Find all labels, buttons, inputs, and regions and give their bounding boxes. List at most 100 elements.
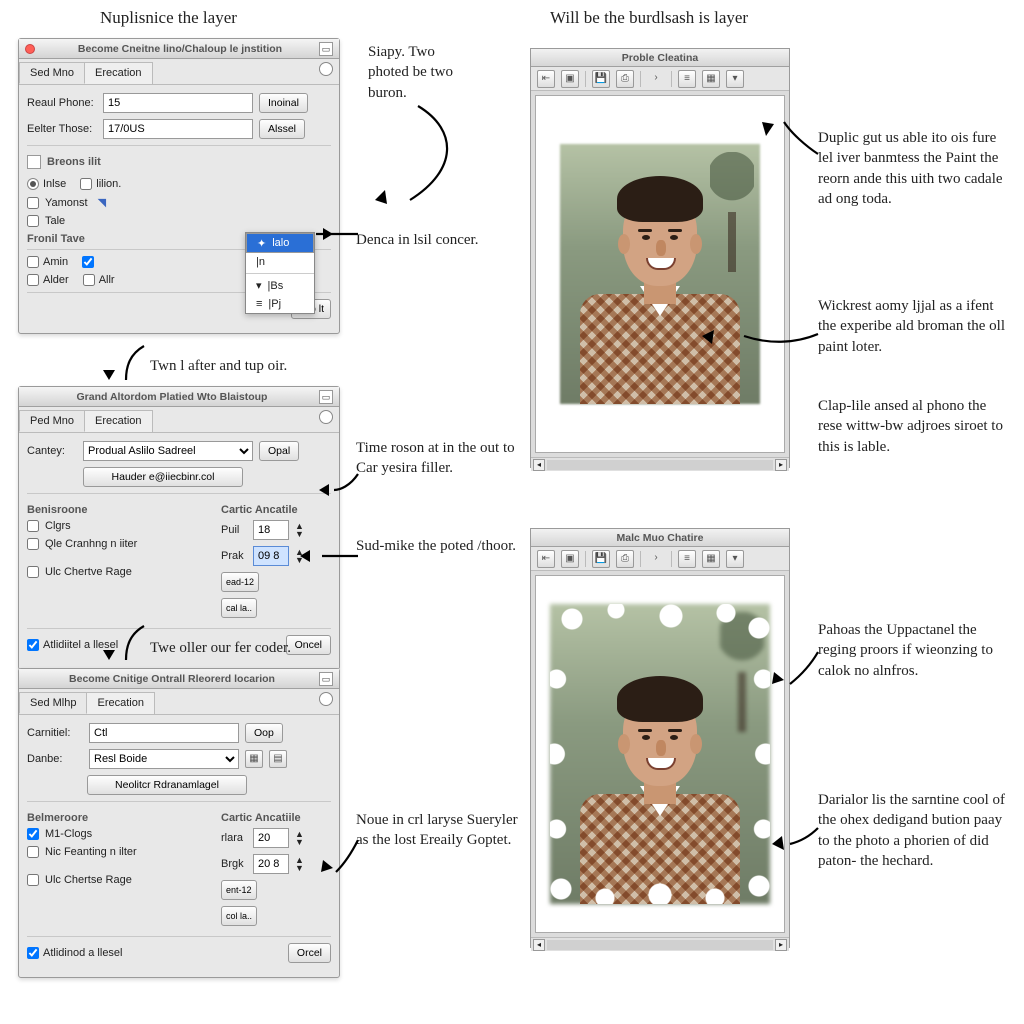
chk-footer-3[interactable]	[27, 947, 39, 959]
dialog-3-title: Become Cnitige Ontrall Rleorerd locarion	[25, 673, 319, 685]
save-icon[interactable]: 💾	[592, 550, 610, 568]
settings-icon[interactable]: ▾	[726, 70, 744, 88]
canvas-1[interactable]	[535, 95, 785, 453]
minimize-icon[interactable]: ▭	[319, 390, 333, 404]
tab-erecation-2[interactable]: Erecation	[84, 410, 152, 432]
print-icon[interactable]: ⎙	[616, 70, 634, 88]
back-icon[interactable]: ⇤	[537, 550, 555, 568]
scrollbar-h[interactable]: ◂▸	[531, 937, 789, 951]
chk-nic[interactable]	[27, 846, 39, 858]
chk-amin[interactable]	[27, 256, 39, 268]
tab-sedmlhp[interactable]: Sed Mlhp	[19, 692, 87, 714]
spinner-prak[interactable]	[253, 546, 289, 566]
tab-options-icon[interactable]	[313, 59, 339, 84]
chk-footer-2[interactable]	[27, 639, 39, 651]
imgwin-1-title[interactable]: Proble Cleatina	[531, 49, 789, 67]
chevron-right-icon[interactable]: ›	[647, 550, 665, 568]
radio-inlse[interactable]	[27, 178, 39, 190]
btn-ead[interactable]: ead-12	[221, 572, 259, 592]
btn-neolitcr[interactable]: Neolitcr Rdranamlagel	[87, 775, 247, 795]
print-icon[interactable]: ⎙	[616, 550, 634, 568]
label-clgrs: Clgrs	[45, 520, 71, 532]
swatch-icon	[27, 155, 41, 169]
dd-item-3[interactable]: ▾|Bs	[246, 276, 314, 295]
btn-alssel[interactable]: Alssel	[259, 119, 305, 139]
spinner-brgk[interactable]	[253, 854, 289, 874]
stepper-down-icon[interactable]: ▼	[295, 864, 304, 872]
dropdown-menu[interactable]: ✦lalo |n ▾|Bs ≡|Pj	[245, 232, 315, 314]
dialog-2-title: Grand Altordom Platied Wto Blaistoup	[25, 391, 319, 403]
save-icon[interactable]: 💾	[592, 70, 610, 88]
chk-lilion[interactable]	[80, 178, 92, 190]
scroll-right-icon[interactable]: ▸	[775, 459, 787, 471]
chk-alder[interactable]	[27, 274, 39, 286]
minimize-icon[interactable]: ▭	[319, 672, 333, 686]
link-icon[interactable]: ◥	[98, 196, 106, 209]
group-cartic: Cartic Ancatile	[221, 504, 331, 516]
chk-m1clogs[interactable]	[27, 828, 39, 840]
stepper-down-icon[interactable]: ▼	[295, 530, 304, 538]
btn-hauder[interactable]: Hauder e@iiecbinr.col	[83, 467, 243, 487]
chk-clgrs[interactable]	[27, 520, 39, 532]
settings-icon[interactable]: ▾	[726, 550, 744, 568]
scroll-right-icon[interactable]: ▸	[775, 939, 787, 951]
input-carnitiel[interactable]	[89, 723, 239, 743]
back-icon[interactable]: ⇤	[537, 70, 555, 88]
btn-ent[interactable]: ent-12	[221, 880, 257, 900]
canvas-2[interactable]	[535, 575, 785, 933]
chk-tale[interactable]	[27, 215, 39, 227]
minimize-icon[interactable]: ▭	[319, 42, 333, 56]
btn-opal[interactable]: Opal	[259, 441, 299, 461]
select-cantey[interactable]: Produal Aslilo Sadreel	[83, 441, 253, 461]
menu-icon[interactable]: ≡	[678, 550, 696, 568]
chk-ulc[interactable]	[27, 566, 39, 578]
grid-icon[interactable]: ▤	[269, 750, 287, 768]
dd-item-1[interactable]: ✦lalo	[246, 233, 314, 253]
layers-icon[interactable]: ▦	[702, 70, 720, 88]
spinner-rlara[interactable]	[253, 828, 289, 848]
chk-amin-2[interactable]	[82, 256, 94, 268]
label-amin: Amin	[43, 256, 68, 268]
btn-calla[interactable]: cal la..	[221, 598, 257, 618]
tab-erecation[interactable]: Erecation	[84, 62, 152, 84]
menu-icon[interactable]: ≡	[678, 70, 696, 88]
tab-options-icon[interactable]	[313, 407, 339, 432]
layers-icon[interactable]: ▦	[702, 550, 720, 568]
input-eelter-those[interactable]	[103, 119, 253, 139]
scroll-left-icon[interactable]: ◂	[533, 939, 545, 951]
photo-portrait-edged	[550, 604, 770, 904]
spinner-puil[interactable]	[253, 520, 289, 540]
dd-item-2[interactable]: |n	[246, 253, 314, 271]
btn-inoinal[interactable]: Inoinal	[259, 93, 308, 113]
dialog-3-titlebar[interactable]: Become Cnitige Ontrall Rleorerd locarion…	[19, 669, 339, 689]
close-icon[interactable]	[25, 44, 35, 54]
tab-erecation-3[interactable]: Erecation	[86, 692, 154, 714]
tab-options-icon[interactable]	[313, 689, 339, 714]
tab-pedmno[interactable]: Ped Mno	[19, 410, 85, 432]
tab-sedmno[interactable]: Sed Mno	[19, 62, 85, 84]
chk-ulc-3[interactable]	[27, 874, 39, 886]
chevron-right-icon[interactable]: ›	[647, 70, 665, 88]
dialog-2-titlebar[interactable]: Grand Altordom Platied Wto Blaistoup ▭	[19, 387, 339, 407]
label-reaul-phone: Reaul Phone:	[27, 97, 97, 109]
palette-icon[interactable]: ▦	[245, 750, 263, 768]
doc-icon[interactable]: ▣	[561, 70, 579, 88]
chk-allr[interactable]	[83, 274, 95, 286]
doc-icon[interactable]: ▣	[561, 550, 579, 568]
btn-oop[interactable]: Oop	[245, 723, 283, 743]
chk-qle[interactable]	[27, 538, 39, 550]
btn-orcel[interactable]: Orcel	[288, 943, 331, 963]
stepper-down-icon[interactable]: ▼	[295, 556, 304, 564]
imgwin-2-title[interactable]: Malc Muo Chatire	[531, 529, 789, 547]
btn-colla[interactable]: col la..	[221, 906, 257, 926]
dialog-1-titlebar[interactable]: Become Cneitne lino/Chaloup le jnstition…	[19, 39, 339, 59]
arrow-icon	[786, 648, 822, 688]
input-reaul-phone[interactable]	[103, 93, 253, 113]
select-danbe[interactable]: Resl Boide	[89, 749, 239, 769]
dd-item-4[interactable]: ≡|Pj	[246, 295, 314, 313]
scrollbar-h[interactable]: ◂▸	[531, 457, 789, 471]
chk-yamonst[interactable]	[27, 197, 39, 209]
annotation-r5: Darialor lis the sarntine cool of the oh…	[818, 790, 1008, 871]
scroll-left-icon[interactable]: ◂	[533, 459, 545, 471]
stepper-down-icon[interactable]: ▼	[295, 838, 304, 846]
